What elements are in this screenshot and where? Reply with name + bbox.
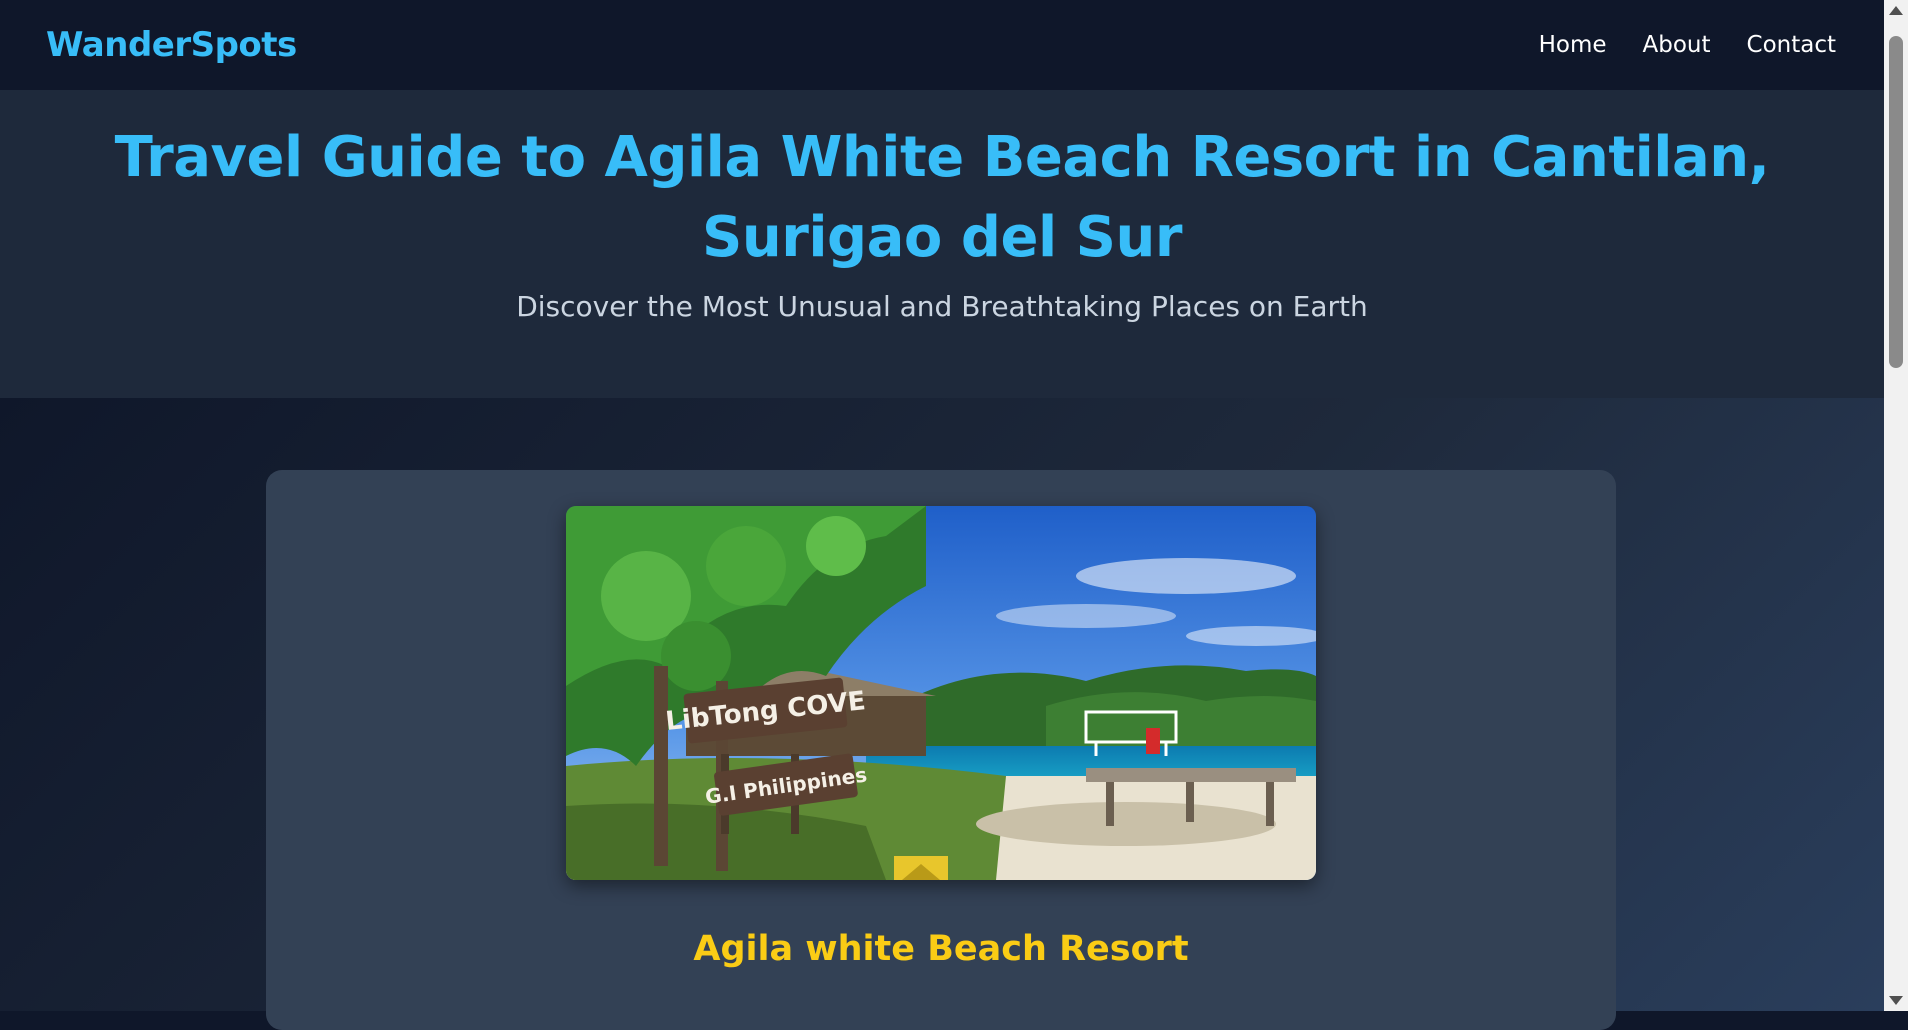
site-logo[interactable]: WanderSpots bbox=[46, 25, 297, 65]
page-title: Travel Guide to Agila White Beach Resort… bbox=[114, 125, 1770, 270]
scroll-up-arrow-icon[interactable] bbox=[1889, 6, 1903, 15]
nav-links: Home About Contact bbox=[1539, 32, 1836, 58]
destination-title: Agila white Beach Resort bbox=[693, 929, 1189, 970]
nav-link-contact[interactable]: Contact bbox=[1747, 32, 1836, 58]
destination-card: LibTong COVE G.I Philippines Agila white… bbox=[266, 470, 1616, 1030]
top-navbar: WanderSpots Home About Contact bbox=[0, 0, 1884, 90]
hero-section: Travel Guide to Agila White Beach Resort… bbox=[0, 90, 1884, 398]
page-subtitle: Discover the Most Unusual and Breathtaki… bbox=[516, 290, 1368, 323]
destination-photo[interactable]: LibTong COVE G.I Philippines bbox=[566, 506, 1316, 880]
scroll-down-arrow-icon[interactable] bbox=[1889, 996, 1903, 1005]
vertical-scrollbar[interactable] bbox=[1884, 0, 1908, 1011]
main-content: LibTong COVE G.I Philippines Agila white… bbox=[0, 398, 1884, 1030]
nav-link-home[interactable]: Home bbox=[1539, 32, 1607, 58]
nav-link-about[interactable]: About bbox=[1643, 32, 1711, 58]
scroll-thumb[interactable] bbox=[1889, 36, 1903, 368]
